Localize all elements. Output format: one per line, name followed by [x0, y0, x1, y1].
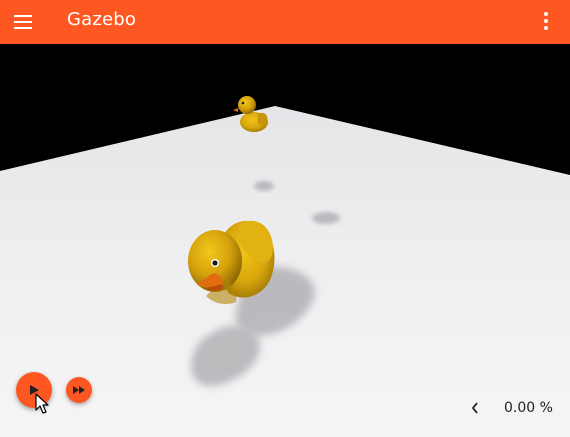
- gazebo-app: Gazebo 0.00 %: [0, 0, 570, 437]
- vertical-dots-icon: [544, 12, 548, 30]
- real-time-factor: 0.00 %: [504, 400, 553, 416]
- fast-forward-button[interactable]: [66, 377, 92, 403]
- play-icon: [30, 385, 39, 395]
- hamburger-menu-icon: [14, 15, 32, 29]
- chevron-left-icon: [471, 402, 478, 414]
- fast-forward-icon: [73, 386, 85, 394]
- menu-button[interactable]: [12, 10, 36, 34]
- play-button[interactable]: [16, 372, 52, 408]
- app-title: Gazebo: [67, 9, 137, 30]
- collapse-stats-button[interactable]: [466, 398, 484, 418]
- top-app-bar: Gazebo: [0, 0, 570, 44]
- more-options-button[interactable]: [534, 10, 558, 34]
